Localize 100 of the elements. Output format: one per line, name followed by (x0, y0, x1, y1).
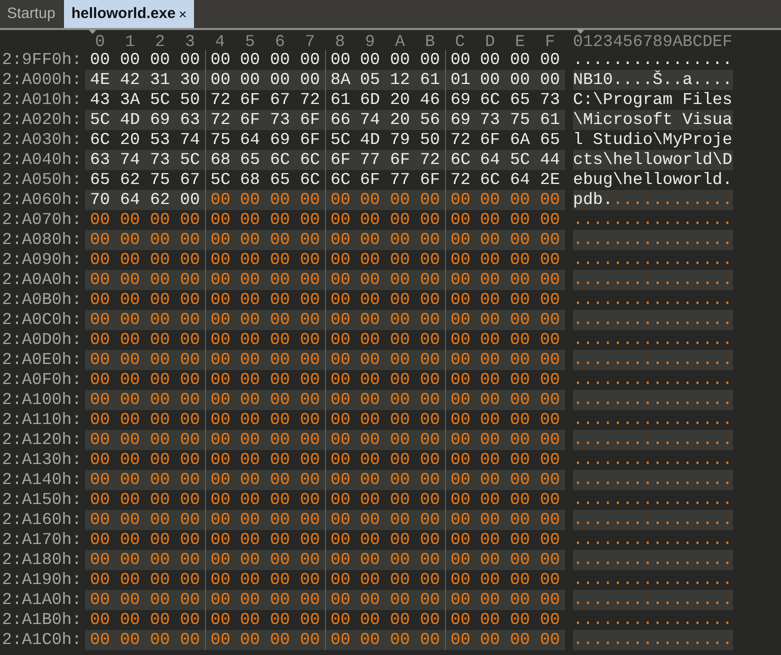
hex-byte: 00 (510, 470, 530, 489)
hex-byte: 00 (90, 490, 110, 509)
ascii-text: ................ (573, 510, 732, 529)
hex-byte: 00 (270, 450, 290, 469)
hex-byte: 00 (390, 630, 410, 649)
hex-byte: 00 (270, 550, 290, 569)
hex-byte: 6F (390, 150, 410, 169)
hex-byte: 74 (120, 150, 140, 169)
hex-byte: 00 (180, 330, 200, 349)
hex-byte: 00 (360, 330, 380, 349)
hex-byte: 00 (540, 290, 560, 309)
hex-byte: 00 (120, 310, 140, 329)
hex-byte: 00 (270, 610, 290, 629)
ascii-text: l Studio\MyProje (573, 130, 732, 149)
address-label: 2:A110h: (1, 410, 83, 430)
hex-byte: 00 (540, 470, 560, 489)
hex-byte: 00 (150, 230, 170, 249)
hex-byte: 00 (300, 470, 320, 489)
hex-byte: 64 (240, 130, 260, 149)
hex-byte: 00 (150, 50, 170, 69)
hex-byte: 00 (150, 630, 170, 649)
hex-byte: 00 (420, 50, 440, 69)
hex-byte: 00 (330, 210, 350, 229)
tab[interactable]: Startup (0, 0, 62, 28)
hex-byte: 00 (90, 450, 110, 469)
hex-byte: 00 (450, 630, 470, 649)
hex-byte: 00 (300, 230, 320, 249)
hex-byte: 00 (90, 230, 110, 249)
hex-byte: 00 (300, 310, 320, 329)
tab[interactable]: helloworld.exe × (64, 0, 194, 28)
hex-byte: 00 (510, 490, 530, 509)
hex-byte: 00 (90, 290, 110, 309)
hex-byte: 00 (360, 490, 380, 509)
hex-byte: 00 (300, 290, 320, 309)
hex-byte: 00 (360, 630, 380, 649)
close-icon[interactable]: × (178, 4, 187, 24)
hex-byte: 00 (510, 290, 530, 309)
address-label: 2:A090h: (1, 250, 83, 270)
hex-byte: 00 (360, 290, 380, 309)
hex-byte: 00 (120, 470, 140, 489)
hex-byte: 00 (150, 450, 170, 469)
hex-byte: 00 (270, 70, 290, 89)
hex-byte: 00 (90, 390, 110, 409)
hex-byte: 50 (180, 90, 200, 109)
hex-byte: 00 (390, 610, 410, 629)
hex-byte: 00 (450, 510, 470, 529)
address-label: 2:A150h: (1, 490, 83, 510)
hex-byte: 00 (420, 410, 440, 429)
hex-byte: 00 (300, 270, 320, 289)
hex-byte: 00 (210, 290, 230, 309)
hex-byte: 00 (480, 590, 500, 609)
hex-byte: 00 (120, 230, 140, 249)
hex-byte: 00 (300, 190, 320, 209)
hex-byte: 00 (510, 210, 530, 229)
address-label: 2:A190h: (1, 570, 83, 590)
hex-byte: 00 (510, 430, 530, 449)
address-label: 2:A1A0h: (1, 590, 83, 610)
hex-byte: 00 (510, 190, 530, 209)
hex-byte: 00 (240, 330, 260, 349)
hex-byte: 65 (270, 170, 290, 189)
address-label: 2:A060h: (1, 190, 83, 210)
hex-byte: 00 (270, 470, 290, 489)
column-header: B (424, 34, 436, 50)
ascii-text: ................ (573, 50, 732, 69)
hex-byte: 00 (240, 470, 260, 489)
hex-byte: 00 (330, 290, 350, 309)
hex-byte: 6C (330, 170, 350, 189)
hex-byte: 00 (240, 550, 260, 569)
hex-byte: 00 (90, 250, 110, 269)
hex-byte: 00 (450, 50, 470, 69)
hex-byte: 00 (390, 310, 410, 329)
hex-byte: 00 (270, 370, 290, 389)
hex-byte: 00 (360, 190, 380, 209)
hex-byte: 5C (510, 150, 530, 169)
hex-byte: 00 (510, 570, 530, 589)
hex-byte: 00 (270, 410, 290, 429)
hex-byte: 00 (480, 50, 500, 69)
hex-byte: 00 (360, 450, 380, 469)
column-header: 1 (124, 34, 136, 50)
address-label: 2:A130h: (1, 450, 83, 470)
hex-byte: 00 (360, 430, 380, 449)
hex-byte: 00 (360, 230, 380, 249)
hex-byte: 00 (210, 490, 230, 509)
address-label: 2:A0E0h: (1, 350, 83, 370)
hex-byte: 00 (330, 550, 350, 569)
hex-byte: 00 (270, 510, 290, 529)
hex-byte: 00 (450, 430, 470, 449)
ascii-text: ................ (573, 430, 732, 449)
hex-byte: 00 (240, 530, 260, 549)
hex-byte: 00 (480, 230, 500, 249)
hex-byte: 77 (360, 150, 380, 169)
hex-byte: 6D (360, 90, 380, 109)
hex-byte: 00 (360, 550, 380, 569)
hex-byte: 00 (450, 410, 470, 429)
hex-byte: 00 (330, 370, 350, 389)
hex-byte: 00 (270, 530, 290, 549)
hex-byte: 00 (300, 510, 320, 529)
hex-byte: 00 (450, 550, 470, 569)
hex-byte: 00 (510, 370, 530, 389)
hex-byte: 00 (300, 590, 320, 609)
